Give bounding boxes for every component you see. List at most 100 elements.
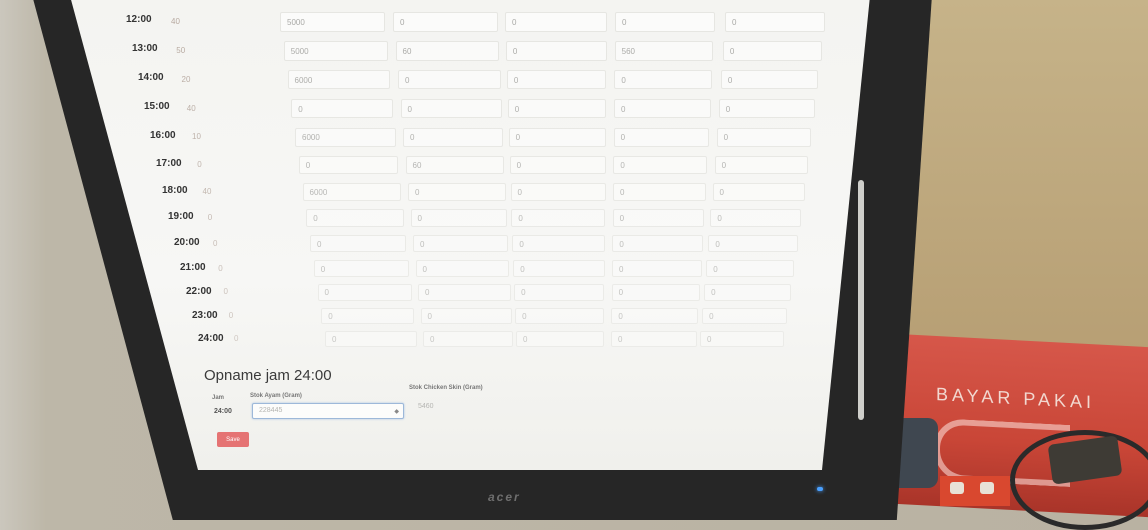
- stock-cell[interactable]: 0: [228, 331, 323, 347]
- jam-value: 24:00: [214, 408, 232, 415]
- stock-cell[interactable]: 0: [710, 209, 802, 227]
- stock-cell[interactable]: 0: [516, 331, 604, 347]
- stock-cell[interactable]: 0: [218, 284, 315, 301]
- monitor-brand: acer: [488, 490, 521, 504]
- stock-cell[interactable]: 0: [507, 99, 607, 118]
- stepper-icon[interactable]: ◆: [394, 405, 399, 419]
- stock-cell[interactable]: 0: [508, 128, 606, 147]
- row-time: 20:00: [174, 237, 200, 248]
- stock-cell[interactable]: 0: [202, 209, 302, 227]
- stock-cell[interactable]: 0: [722, 41, 822, 61]
- stock-cell[interactable]: 0: [325, 331, 417, 347]
- stock-cell[interactable]: 0: [418, 284, 511, 301]
- save-button[interactable]: Save: [217, 432, 249, 447]
- stock-cell[interactable]: 0: [413, 235, 508, 253]
- stock-cell[interactable]: 20: [176, 70, 282, 89]
- opname-title: Opname jam 24:00: [204, 367, 332, 384]
- stock-cell[interactable]: 6000: [295, 128, 396, 147]
- stock-cell[interactable]: 0: [191, 156, 294, 174]
- stock-cell[interactable]: 0: [410, 209, 507, 227]
- stock-cell[interactable]: 0: [317, 284, 412, 301]
- stock-cell[interactable]: 0: [725, 12, 825, 32]
- stock-cell[interactable]: 0: [398, 70, 501, 90]
- stock-cell[interactable]: 0: [509, 156, 606, 175]
- stock-cell[interactable]: 0: [393, 12, 498, 32]
- stock-cell[interactable]: 0: [212, 260, 310, 277]
- stock-cell[interactable]: 0: [400, 99, 502, 118]
- stock-cell[interactable]: 0: [313, 260, 409, 277]
- stock-cell[interactable]: 0: [712, 183, 805, 201]
- stock-cell[interactable]: 0: [611, 331, 697, 347]
- stock-cell[interactable]: 0: [223, 308, 319, 324]
- stok-ayam-input[interactable]: 228445 ◆: [252, 403, 404, 419]
- stock-cell[interactable]: 0: [702, 308, 788, 325]
- stock-cell[interactable]: 0: [505, 41, 607, 61]
- stock-cell[interactable]: 0: [718, 99, 815, 118]
- stock-cell[interactable]: 0: [415, 260, 510, 277]
- stock-cell[interactable]: 0: [611, 308, 699, 325]
- stock-cell[interactable]: 0: [423, 331, 513, 347]
- stock-cell[interactable]: 40: [197, 183, 299, 201]
- stock-cell[interactable]: 5000: [283, 41, 388, 61]
- stock-cell[interactable]: 0: [515, 308, 605, 325]
- stock-cell[interactable]: 0: [403, 128, 503, 147]
- stock-cell[interactable]: 6000: [302, 183, 401, 201]
- row-time: 18:00: [162, 185, 188, 196]
- row-time: 16:00: [150, 130, 176, 141]
- label-jam: Jam: [212, 395, 225, 401]
- stock-cell[interactable]: 0: [612, 235, 703, 253]
- stock-cell[interactable]: 560: [614, 41, 714, 61]
- stock-cell[interactable]: 0: [611, 284, 700, 301]
- stock-cell[interactable]: 50: [170, 41, 277, 61]
- stock-cell[interactable]: 0: [612, 209, 705, 227]
- row-time: 24:00: [198, 333, 224, 344]
- row-time: 22:00: [186, 286, 212, 297]
- stock-cell[interactable]: 6000: [287, 70, 391, 90]
- label-stok-chicken-skin: Stok Chicken Skin (Gram): [409, 385, 483, 391]
- stock-cell[interactable]: 0: [513, 260, 605, 277]
- stock-cell[interactable]: 0: [512, 235, 605, 253]
- scrollbar[interactable]: [858, 180, 864, 420]
- stock-cell[interactable]: 0: [506, 70, 607, 90]
- stock-cell[interactable]: 0: [714, 156, 808, 175]
- stock-cell[interactable]: 0: [615, 12, 715, 32]
- stock-cell[interactable]: 0: [306, 209, 404, 227]
- stock-cell[interactable]: 40: [165, 12, 273, 32]
- stock-cell[interactable]: 0: [720, 70, 819, 90]
- stock-cell[interactable]: 0: [612, 260, 702, 277]
- stock-cell[interactable]: 60: [395, 41, 500, 61]
- stock-cell[interactable]: 0: [420, 308, 512, 325]
- stock-cell[interactable]: 0: [700, 331, 784, 347]
- stock-cell[interactable]: 10: [186, 128, 290, 147]
- stok-chicken-skin-value: 5460: [418, 403, 434, 410]
- box-text: BAYAR PAKAI: [936, 384, 1096, 413]
- stock-cell[interactable]: 0: [408, 183, 506, 201]
- stock-cell[interactable]: 0: [706, 260, 795, 277]
- row-time: 17:00: [156, 158, 182, 169]
- stock-cell[interactable]: 0: [298, 156, 399, 175]
- stock-cell[interactable]: 0: [310, 235, 407, 253]
- stock-cell[interactable]: 0: [291, 99, 393, 118]
- stock-cell[interactable]: 0: [511, 209, 606, 227]
- stock-cell[interactable]: 0: [613, 156, 708, 175]
- stock-cell[interactable]: 0: [614, 70, 712, 90]
- stock-cell[interactable]: 0: [613, 183, 706, 201]
- stock-cell[interactable]: 60: [405, 156, 505, 175]
- stock-cell[interactable]: 40: [181, 99, 286, 118]
- stock-cell[interactable]: 0: [207, 235, 306, 252]
- label-stok-ayam: Stok Ayam (Gram): [250, 393, 302, 399]
- stock-cell[interactable]: 0: [505, 12, 607, 32]
- row-time: 13:00: [132, 43, 158, 54]
- stock-cell[interactable]: 5000: [280, 12, 385, 32]
- stok-chicken-skin-input[interactable]: 5460: [411, 399, 561, 415]
- stock-cell[interactable]: 0: [514, 284, 605, 301]
- lego-block: [940, 476, 1010, 506]
- stock-cell[interactable]: 0: [614, 99, 711, 118]
- stock-cell[interactable]: 0: [321, 308, 415, 325]
- stock-cell[interactable]: 0: [704, 284, 791, 301]
- stok-ayam-value: 228445: [259, 407, 283, 414]
- stock-cell[interactable]: 0: [613, 128, 709, 147]
- stock-cell[interactable]: 0: [716, 128, 812, 147]
- stock-cell[interactable]: 0: [510, 183, 606, 201]
- stock-cell[interactable]: 0: [708, 235, 798, 253]
